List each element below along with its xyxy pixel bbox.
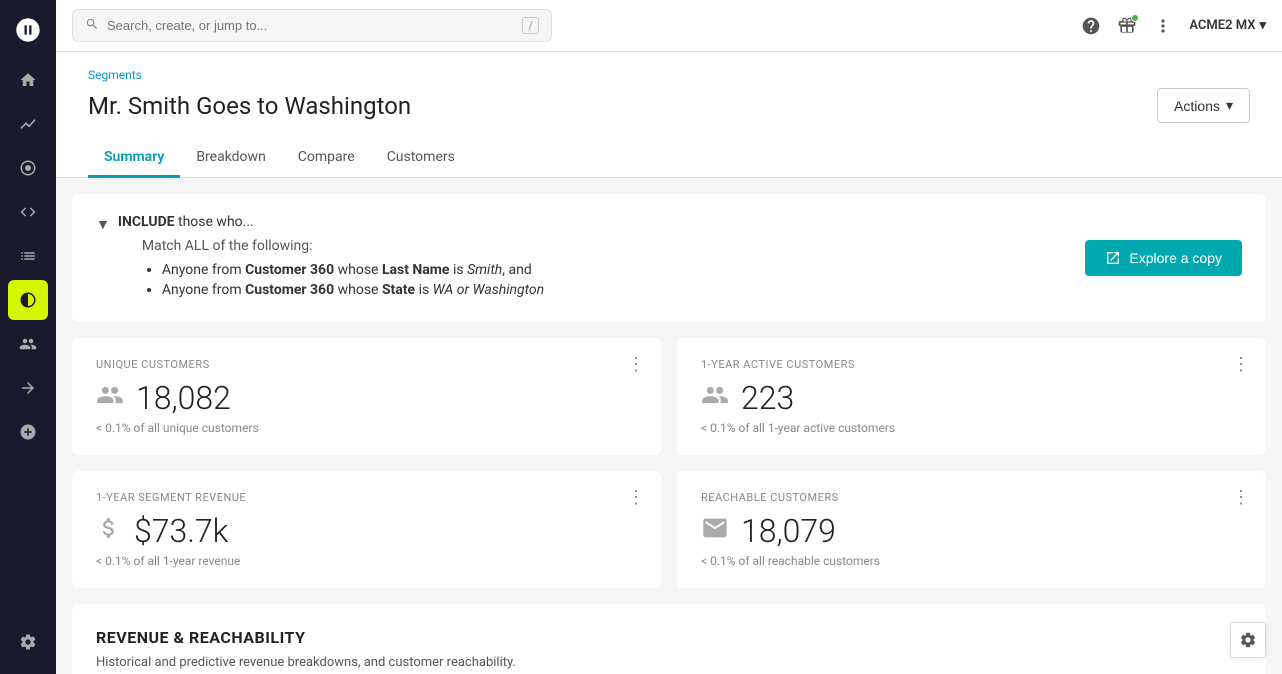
stat-value-row-active: 223 <box>701 379 1242 417</box>
tab-compare[interactable]: Compare <box>282 139 371 178</box>
more-menu-icon[interactable] <box>1153 16 1173 36</box>
active-customers-icon <box>701 381 729 415</box>
tab-breakdown[interactable]: Breakdown <box>180 139 281 178</box>
settings-button[interactable] <box>1230 622 1266 658</box>
stat-menu-reachable[interactable]: ⋮ <box>1232 487 1250 508</box>
stat-sub-reachable: < 0.1% of all reachable customers <box>701 554 1242 568</box>
user-chevron-icon: ▾ <box>1259 18 1266 33</box>
search-icon <box>85 16 99 35</box>
stat-value-active: 223 <box>741 379 794 417</box>
reachable-icon <box>701 514 729 548</box>
stat-label-unique: UNIQUE CUSTOMERS <box>96 358 637 371</box>
revenue-section-desc: Historical and predictive revenue breakd… <box>96 655 1242 670</box>
revenue-section-title: REVENUE & REACHABILITY <box>96 628 1242 647</box>
sidebar-item-segments[interactable] <box>8 280 48 320</box>
page-title-row: Mr. Smith Goes to Washington Actions ▾ <box>88 88 1250 123</box>
gift-notification-dot <box>1131 14 1139 22</box>
condition-2-source: Customer 360 <box>245 282 334 298</box>
app-logo[interactable] <box>10 12 46 48</box>
stat-sub-revenue: < 0.1% of all 1-year revenue <box>96 554 637 568</box>
revenue-icon <box>96 515 122 547</box>
topnav-right: ACME2 MX ▾ <box>1081 16 1266 36</box>
stat-value-reachable: 18,079 <box>741 512 836 550</box>
condition-2-value: WA or Washington <box>433 282 545 298</box>
stat-card-reachable: REACHABLE CUSTOMERS 18,079 < 0.1% of all… <box>677 471 1266 588</box>
stat-sub-unique: < 0.1% of all unique customers <box>96 421 637 435</box>
include-toggle-icon[interactable]: ▼ <box>96 216 110 233</box>
sidebar-item-flows[interactable] <box>8 368 48 408</box>
stat-card-active-customers: 1-YEAR ACTIVE CUSTOMERS 223 < 0.1% of al… <box>677 338 1266 455</box>
breadcrumb[interactable]: Segments <box>88 68 1250 82</box>
page-header: Segments Mr. Smith Goes to Washington Ac… <box>56 52 1282 178</box>
stat-sub-active: < 0.1% of all 1-year active customers <box>701 421 1242 435</box>
stat-label-revenue: 1-YEAR SEGMENT REVENUE <box>96 491 637 504</box>
search-bar[interactable]: / <box>72 9 552 42</box>
condition-1-value: Smith <box>467 262 502 278</box>
sidebar-item-campaigns[interactable] <box>8 324 48 364</box>
user-name: ACME2 MX <box>1189 18 1255 33</box>
sidebar-item-data[interactable] <box>8 148 48 188</box>
stat-menu-revenue[interactable]: ⋮ <box>627 487 645 508</box>
search-input[interactable] <box>107 18 514 33</box>
condition-1: Anyone from Customer 360 whose Last Name… <box>162 262 544 278</box>
explore-copy-label: Explore a copy <box>1129 250 1222 266</box>
stat-label-active: 1-YEAR ACTIVE CUSTOMERS <box>701 358 1242 371</box>
user-menu[interactable]: ACME2 MX ▾ <box>1189 18 1266 33</box>
page-title: Mr. Smith Goes to Washington <box>88 92 411 120</box>
stat-menu-active[interactable]: ⋮ <box>1232 354 1250 375</box>
stats-grid: UNIQUE CUSTOMERS 18,082 < 0.1% of all un… <box>72 338 1266 588</box>
page-tabs: Summary Breakdown Compare Customers <box>88 139 1250 177</box>
search-shortcut: / <box>522 17 539 34</box>
stat-card-revenue: 1-YEAR SEGMENT REVENUE $73.7k < 0.1% of … <box>72 471 661 588</box>
include-text: INCLUDE those who... <box>118 214 544 230</box>
condition-2-field: State <box>382 282 415 298</box>
sidebar-item-home[interactable] <box>8 60 48 100</box>
include-content: INCLUDE those who... Match ALL of the fo… <box>118 214 544 302</box>
condition-2: Anyone from Customer 360 whose State is … <box>162 282 544 298</box>
stat-label-reachable: REACHABLE CUSTOMERS <box>701 491 1242 504</box>
those-who-text: those who... <box>175 214 254 230</box>
sidebar-item-settings[interactable] <box>8 622 48 662</box>
condition-1-source: Customer 360 <box>245 262 334 278</box>
stat-value-row-unique: 18,082 <box>96 379 637 417</box>
condition-1-field: Last Name <box>382 262 450 278</box>
sidebar <box>0 0 56 674</box>
match-all-text: Match ALL of the following: <box>142 238 544 254</box>
stat-value-row-reachable: 18,079 <box>701 512 1242 550</box>
actions-chevron-icon: ▾ <box>1226 97 1233 114</box>
page-content: Segments Mr. Smith Goes to Washington Ac… <box>56 52 1282 674</box>
gift-icon-wrapper[interactable] <box>1117 16 1137 36</box>
unique-customers-icon <box>96 381 124 415</box>
main-content: / ACME2 MX ▾ Segments <box>56 0 1282 674</box>
actions-label: Actions <box>1174 98 1220 114</box>
include-section: ▼ INCLUDE those who... Match ALL of the … <box>72 194 1266 588</box>
explore-copy-button[interactable]: Explore a copy <box>1085 240 1242 276</box>
conditions-list: Anyone from Customer 360 whose Last Name… <box>162 262 544 298</box>
top-navbar: / ACME2 MX ▾ <box>56 0 1282 52</box>
sidebar-item-analytics[interactable] <box>8 104 48 144</box>
tab-customers[interactable]: Customers <box>371 139 471 178</box>
include-header-left: ▼ INCLUDE those who... Match ALL of the … <box>96 214 544 302</box>
stat-card-unique-customers: UNIQUE CUSTOMERS 18,082 < 0.1% of all un… <box>72 338 661 455</box>
sidebar-item-code[interactable] <box>8 192 48 232</box>
tab-summary[interactable]: Summary <box>88 139 180 178</box>
revenue-section: REVENUE & REACHABILITY Historical and pr… <box>72 604 1266 674</box>
actions-button[interactable]: Actions ▾ <box>1157 88 1250 123</box>
include-header: ▼ INCLUDE those who... Match ALL of the … <box>96 214 1242 302</box>
stat-value-unique: 18,082 <box>136 379 231 417</box>
include-box: ▼ INCLUDE those who... Match ALL of the … <box>72 194 1266 322</box>
include-keyword: INCLUDE <box>118 214 175 230</box>
stat-value-revenue: $73.7k <box>134 512 228 550</box>
sidebar-item-integrations[interactable] <box>8 412 48 452</box>
sidebar-item-reports[interactable] <box>8 236 48 276</box>
stat-value-row-revenue: $73.7k <box>96 512 637 550</box>
help-icon[interactable] <box>1081 16 1101 36</box>
stat-menu-unique[interactable]: ⋮ <box>627 354 645 375</box>
